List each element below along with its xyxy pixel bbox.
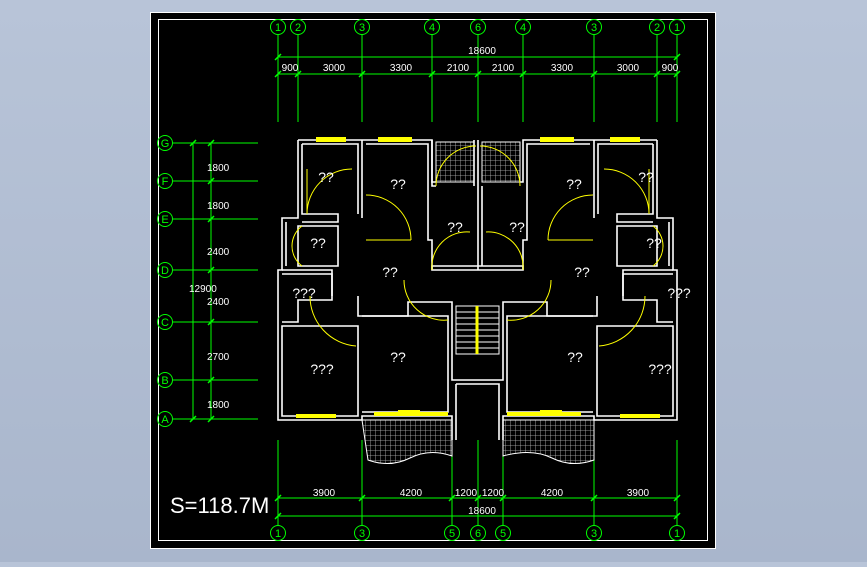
axis-label: C	[161, 317, 169, 329]
axis-label: 3	[591, 22, 597, 34]
cad-viewport[interactable]: 1 2 3 4 6 4 3 2 1 18600 900 3000 3300 21…	[0, 0, 867, 562]
room-label: ??	[382, 264, 398, 280]
room-label: ??	[567, 349, 583, 365]
room-label: ???	[648, 361, 672, 377]
axis-label: 3	[359, 528, 365, 540]
dim-label: 2100	[447, 63, 470, 74]
dim-label: 1200	[455, 488, 478, 499]
axis-label: 4	[429, 22, 435, 34]
axis-label: 2	[654, 22, 660, 34]
dim-label: 1800	[207, 163, 230, 174]
room-label: ???	[310, 361, 334, 377]
axis-label: 1	[674, 22, 680, 34]
axis-label: 6	[475, 22, 481, 34]
dim-label: 2100	[492, 63, 515, 74]
axis-label: 1	[674, 528, 680, 540]
floor-plan-drawing: 1 2 3 4 6 4 3 2 1 18600 900 3000 3300 21…	[150, 12, 716, 549]
room-label: ??	[638, 169, 654, 185]
dim-label: 3000	[323, 63, 346, 74]
dim-label: 3300	[390, 63, 413, 74]
room-label: ??	[574, 264, 590, 280]
dim-label: 1800	[207, 400, 230, 411]
north-balcony-right	[481, 141, 521, 183]
axis-label: B	[161, 375, 168, 387]
axis-label: A	[161, 414, 169, 426]
axis-label: 2	[295, 22, 301, 34]
dim-label: 4200	[400, 488, 423, 499]
axis-label: 6	[475, 528, 481, 540]
dim-label: 2400	[207, 247, 230, 258]
dim-label: 2400	[207, 297, 230, 308]
room-label: ???	[667, 285, 691, 301]
axis-label: 5	[500, 528, 506, 540]
dim-label: 3900	[627, 488, 650, 499]
room-label: ??	[390, 349, 406, 365]
dim-label: 1200	[482, 488, 505, 499]
axis-label: 1	[275, 528, 281, 540]
top-total-dim: 18600	[468, 46, 496, 57]
axis-label: G	[161, 138, 170, 150]
dim-label: 900	[662, 63, 679, 74]
bottom-total-dim: 18600	[468, 506, 496, 517]
dim-label: 3300	[551, 63, 574, 74]
axis-label: 3	[591, 528, 597, 540]
room-label: ??	[566, 176, 582, 192]
dim-label: 900	[282, 63, 299, 74]
dim-label: 2700	[207, 352, 230, 363]
room-label: ??	[447, 219, 463, 235]
axis-label: E	[161, 214, 168, 226]
room-label: ??	[310, 235, 326, 251]
dim-label: 1800	[207, 201, 230, 212]
axis-label: F	[162, 176, 169, 188]
axis-label: 4	[520, 22, 526, 34]
axis-label: 1	[275, 22, 281, 34]
room-label: ??	[390, 176, 406, 192]
axis-label: 3	[359, 22, 365, 34]
north-balcony-left	[435, 141, 475, 183]
dim-label: 3900	[313, 488, 336, 499]
room-label: ??	[509, 219, 525, 235]
room-label: ??	[318, 169, 334, 185]
axis-label: D	[161, 265, 169, 277]
area-label: S=118.7M	[170, 493, 269, 518]
drawing-sheet	[150, 12, 716, 549]
room-label: ??	[646, 235, 662, 251]
axis-label: 5	[449, 528, 455, 540]
left-total-dim: 12900	[189, 284, 217, 295]
dim-label: 3000	[617, 63, 640, 74]
dim-label: 4200	[541, 488, 564, 499]
room-label: ???	[292, 285, 316, 301]
